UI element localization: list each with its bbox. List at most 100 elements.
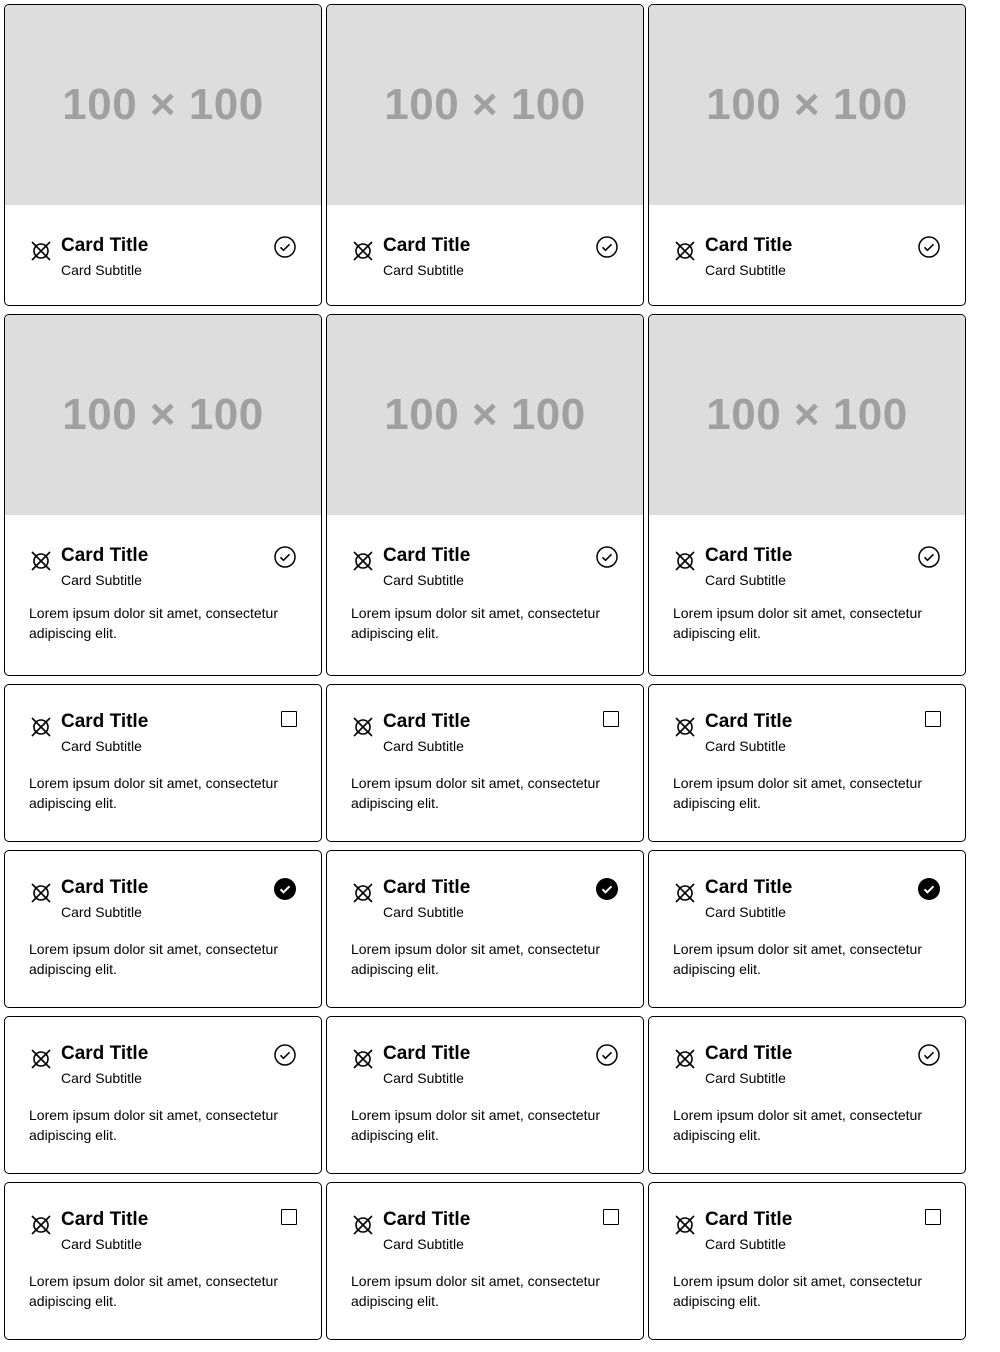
- card-body: Lorem ipsum dolor sit amet, consectetur …: [29, 941, 278, 977]
- card[interactable]: Card Title Card Subtitle Lorem ipsum dol…: [4, 850, 322, 1008]
- card-image-placeholder: 100 × 100: [649, 5, 965, 205]
- check-circle-outline-icon[interactable]: [917, 235, 941, 259]
- crossed-circle-icon: [675, 883, 695, 903]
- card[interactable]: Card Title Card Subtitle Lorem ipsum dol…: [648, 1182, 966, 1340]
- crossed-circle-icon: [353, 883, 373, 903]
- card-row-5: Card Title Card Subtitle Lorem ipsum dol…: [4, 1016, 972, 1174]
- card[interactable]: Card Title Card Subtitle Lorem ipsum dol…: [4, 1016, 322, 1174]
- card[interactable]: Card Title Card Subtitle Lorem ipsum dol…: [326, 1182, 644, 1340]
- card-subtitle: Card Subtitle: [61, 262, 142, 278]
- card-subtitle: Card Subtitle: [705, 1070, 786, 1086]
- card-title: Card Title: [705, 711, 793, 732]
- checkbox-icon[interactable]: [281, 1209, 297, 1225]
- check-circle-outline-icon[interactable]: [595, 1043, 619, 1067]
- card[interactable]: Card Title Card Subtitle Lorem ipsum dol…: [4, 684, 322, 842]
- card-subtitle: Card Subtitle: [705, 904, 786, 920]
- card-row-2: 100 × 100 Card Title Card Subtitle Lorem…: [4, 314, 972, 676]
- card-body: Lorem ipsum dolor sit amet, consectetur …: [351, 1107, 600, 1143]
- checkbox-icon[interactable]: [925, 711, 941, 727]
- card-subtitle: Card Subtitle: [705, 1236, 786, 1252]
- card-subtitle: Card Subtitle: [383, 572, 464, 588]
- checkbox-icon[interactable]: [281, 711, 297, 727]
- check-circle-outline-icon[interactable]: [273, 235, 297, 259]
- check-circle-outline-icon[interactable]: [595, 545, 619, 569]
- card[interactable]: 100 × 100 Card Title Card Subtitle: [648, 4, 966, 306]
- check-circle-outline-icon[interactable]: [273, 545, 297, 569]
- card-image-placeholder: 100 × 100: [649, 315, 965, 515]
- check-circle-outline-icon[interactable]: [917, 1043, 941, 1067]
- checkbox-icon[interactable]: [603, 711, 619, 727]
- card-subtitle: Card Subtitle: [383, 1236, 464, 1252]
- card-image-placeholder: 100 × 100: [327, 315, 643, 515]
- card-body: Lorem ipsum dolor sit amet, consectetur …: [673, 1273, 922, 1309]
- card-body: Lorem ipsum dolor sit amet, consectetur …: [29, 1273, 278, 1309]
- card[interactable]: Card Title Card Subtitle Lorem ipsum dol…: [326, 684, 644, 842]
- crossed-circle-icon: [353, 1215, 373, 1235]
- card[interactable]: Card Title Card Subtitle Lorem ipsum dol…: [326, 1016, 644, 1174]
- crossed-circle-icon: [675, 551, 695, 571]
- card[interactable]: Card Title Card Subtitle Lorem ipsum dol…: [648, 850, 966, 1008]
- card-title: Card Title: [61, 1209, 149, 1230]
- card-title: Card Title: [383, 711, 471, 732]
- crossed-circle-icon: [31, 551, 51, 571]
- card-title: Card Title: [705, 1043, 793, 1064]
- checkbox-icon[interactable]: [925, 1209, 941, 1225]
- card-body: Lorem ipsum dolor sit amet, consectetur …: [673, 775, 922, 811]
- card-title: Card Title: [705, 877, 793, 898]
- card-title: Card Title: [61, 545, 149, 566]
- card-body: Lorem ipsum dolor sit amet, consectetur …: [351, 775, 600, 811]
- card[interactable]: 100 × 100 Card Title Card Subtitle Lorem…: [4, 314, 322, 676]
- crossed-circle-icon: [31, 241, 51, 261]
- card-title: Card Title: [383, 235, 471, 256]
- card[interactable]: 100 × 100 Card Title Card Subtitle Lorem…: [326, 314, 644, 676]
- crossed-circle-icon: [353, 241, 373, 261]
- card-title: Card Title: [383, 877, 471, 898]
- card-image-placeholder: 100 × 100: [5, 315, 321, 515]
- card-body: Lorem ipsum dolor sit amet, consectetur …: [29, 775, 278, 811]
- card-body: Lorem ipsum dolor sit amet, consectetur …: [351, 941, 600, 977]
- card-subtitle: Card Subtitle: [705, 572, 786, 588]
- check-circle-filled-icon[interactable]: [917, 877, 941, 901]
- card[interactable]: 100 × 100 Card Title Card Subtitle Lorem…: [648, 314, 966, 676]
- card-body: Lorem ipsum dolor sit amet, consectetur …: [673, 941, 922, 977]
- card-row-1: 100 × 100 Card Title Card Subtitle 100 ×…: [4, 4, 972, 306]
- card-title: Card Title: [61, 711, 149, 732]
- crossed-circle-icon: [31, 1215, 51, 1235]
- card-title: Card Title: [61, 1043, 149, 1064]
- card-image-placeholder: 100 × 100: [5, 5, 321, 205]
- card-body: Lorem ipsum dolor sit amet, consectetur …: [673, 1107, 922, 1143]
- card-subtitle: Card Subtitle: [705, 738, 786, 754]
- card[interactable]: Card Title Card Subtitle Lorem ipsum dol…: [4, 1182, 322, 1340]
- card-subtitle: Card Subtitle: [61, 904, 142, 920]
- card-row-4: Card Title Card Subtitle Lorem ipsum dol…: [4, 850, 972, 1008]
- card-body: Lorem ipsum dolor sit amet, consectetur …: [29, 605, 278, 641]
- card-body: Lorem ipsum dolor sit amet, consectetur …: [29, 1107, 278, 1143]
- check-circle-outline-icon[interactable]: [273, 1043, 297, 1067]
- card[interactable]: 100 × 100 Card Title Card Subtitle: [4, 4, 322, 306]
- check-circle-filled-icon[interactable]: [273, 877, 297, 901]
- card-title: Card Title: [61, 877, 149, 898]
- check-circle-outline-icon[interactable]: [595, 235, 619, 259]
- crossed-circle-icon: [353, 551, 373, 571]
- checkbox-icon[interactable]: [603, 1209, 619, 1225]
- card[interactable]: 100 × 100 Card Title Card Subtitle: [326, 4, 644, 306]
- card-title: Card Title: [705, 545, 793, 566]
- card-subtitle: Card Subtitle: [61, 1070, 142, 1086]
- check-circle-filled-icon[interactable]: [595, 877, 619, 901]
- check-circle-outline-icon[interactable]: [917, 545, 941, 569]
- crossed-circle-icon: [31, 717, 51, 737]
- card-subtitle: Card Subtitle: [61, 1236, 142, 1252]
- card[interactable]: Card Title Card Subtitle Lorem ipsum dol…: [326, 850, 644, 1008]
- crossed-circle-icon: [675, 1215, 695, 1235]
- card-subtitle: Card Subtitle: [383, 1070, 464, 1086]
- crossed-circle-icon: [31, 1049, 51, 1069]
- card[interactable]: Card Title Card Subtitle Lorem ipsum dol…: [648, 1016, 966, 1174]
- crossed-circle-icon: [675, 1049, 695, 1069]
- card-title: Card Title: [383, 1209, 471, 1230]
- card-subtitle: Card Subtitle: [383, 262, 464, 278]
- card[interactable]: Card Title Card Subtitle Lorem ipsum dol…: [648, 684, 966, 842]
- card-title: Card Title: [705, 1209, 793, 1230]
- card-subtitle: Card Subtitle: [61, 738, 142, 754]
- crossed-circle-icon: [353, 717, 373, 737]
- crossed-circle-icon: [353, 1049, 373, 1069]
